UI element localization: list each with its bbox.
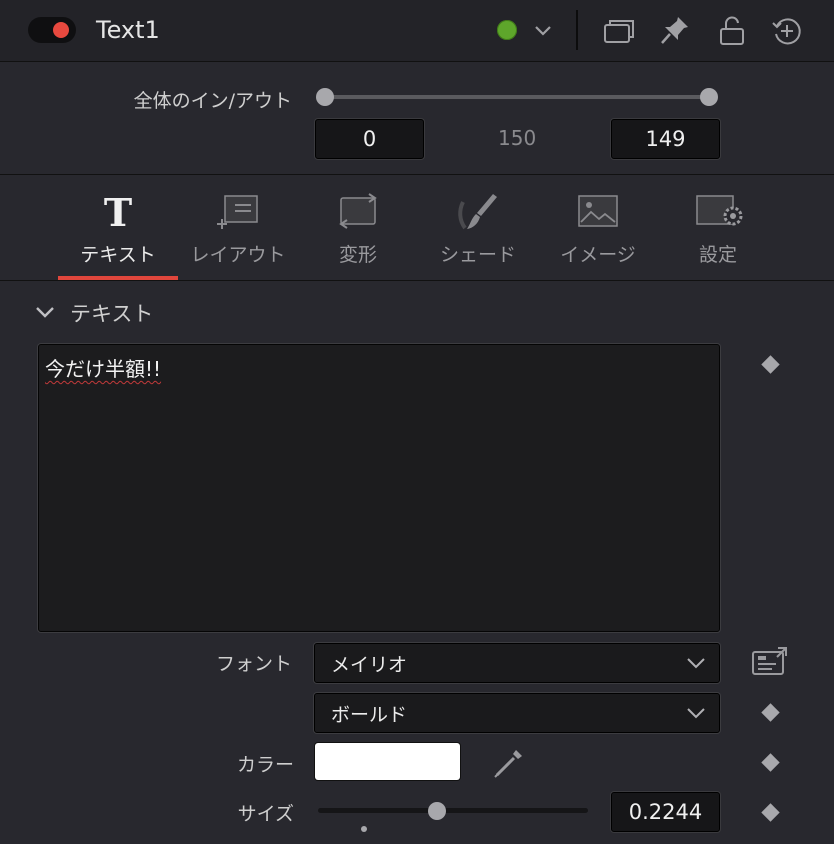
transform-icon — [339, 193, 377, 229]
tab-settings[interactable]: 設定 — [658, 176, 778, 280]
reset-icon[interactable] — [770, 14, 804, 48]
size-slider-handle[interactable] — [427, 802, 446, 820]
tab-label: テキスト — [80, 244, 156, 266]
tab-layout[interactable]: レイアウト — [178, 176, 298, 280]
settings-icon — [696, 195, 743, 226]
image-icon — [578, 195, 618, 227]
tab-image[interactable]: イメージ — [538, 176, 658, 280]
eyedropper-icon[interactable] — [490, 746, 526, 782]
chevron-down-icon — [687, 658, 705, 669]
font-style-value: ボールド — [331, 704, 408, 726]
section-title-text[interactable]: テキスト — [70, 298, 153, 328]
size-label: サイズ — [237, 803, 294, 825]
text-t-icon: T — [104, 192, 132, 232]
layout-icon — [217, 195, 258, 229]
chevron-down-icon[interactable] — [531, 20, 555, 40]
keyframe-diamond-icon[interactable] — [761, 355, 780, 374]
size-value-field[interactable]: 0.2244 — [611, 792, 720, 832]
color-swatch[interactable] — [315, 743, 460, 780]
pin-icon[interactable] — [658, 13, 692, 47]
styled-text-input[interactable]: 今だけ半額!! — [38, 344, 720, 632]
styled-text-value: 今だけ半額!! — [45, 357, 162, 381]
chevron-down-icon — [687, 708, 705, 719]
keyframe-diamond-icon[interactable] — [761, 753, 780, 772]
font-label: フォント — [215, 653, 292, 675]
svg-text:T: T — [104, 192, 132, 232]
inout-range-track[interactable] — [324, 95, 709, 99]
tab-label: 変形 — [338, 244, 377, 266]
inout-duration: 150 — [498, 126, 537, 150]
tab-transform[interactable]: 変形 — [298, 176, 418, 280]
tab-label: 設定 — [698, 244, 737, 266]
tab-text[interactable]: T テキスト — [58, 176, 178, 280]
font-family-value: メイリオ — [331, 654, 408, 676]
tab-label: シェード — [439, 244, 516, 266]
size-slider-track[interactable] — [318, 808, 588, 813]
tab-label: イメージ — [560, 244, 636, 266]
node-color-dot[interactable] — [497, 20, 517, 40]
keyframe-diamond-icon[interactable] — [761, 803, 780, 822]
font-style-dropdown[interactable]: ボールド — [314, 693, 720, 733]
node-enable-toggle[interactable] — [28, 17, 76, 43]
header-divider — [576, 10, 578, 50]
in-point-handle[interactable] — [316, 88, 334, 106]
out-point-handle[interactable] — [700, 88, 718, 106]
keyframe-diamond-icon[interactable] — [761, 703, 780, 722]
inout-label: 全体のイン/アウト — [133, 90, 292, 112]
font-browser-icon[interactable] — [750, 646, 788, 678]
color-label: カラー — [236, 754, 294, 776]
font-family-dropdown[interactable]: メイリオ — [314, 643, 720, 683]
out-point-field[interactable]: 149 — [611, 119, 720, 159]
tab-shading[interactable]: シェード — [418, 176, 538, 280]
in-point-field[interactable]: 0 — [315, 119, 424, 159]
tab-label: レイアウト — [190, 244, 286, 266]
active-tab-indicator — [58, 276, 178, 280]
node-title: Text1 — [96, 16, 160, 44]
chevron-down-icon[interactable] — [34, 296, 56, 328]
windows-icon[interactable] — [602, 14, 636, 48]
size-default-marker — [361, 826, 367, 832]
toggle-dot — [53, 22, 69, 38]
brush-icon — [458, 194, 497, 230]
unlock-icon[interactable] — [715, 14, 749, 48]
